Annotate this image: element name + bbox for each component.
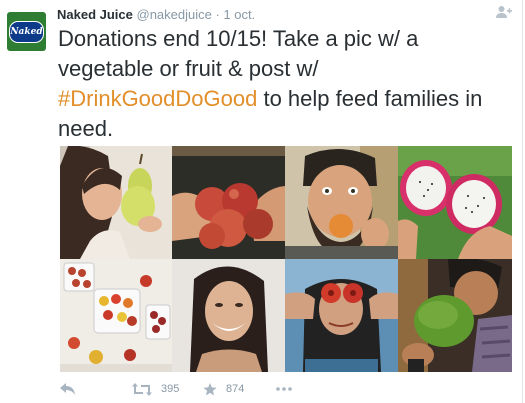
retweet-button[interactable]: 395 [132,380,179,398]
retweet-count: 395 [161,383,180,395]
favorite-count: 874 [226,383,245,395]
man-with-apricot-photo[interactable] [285,146,398,259]
woman-with-pear-photo[interactable] [60,146,172,259]
dragon-fruit-halves-photo[interactable] [398,146,512,259]
more-button[interactable] [276,380,292,398]
star-icon [203,382,217,395]
man-holding-melon-photo[interactable] [398,259,512,372]
tweet-timestamp[interactable]: 1 oct. [223,7,255,22]
bowls-of-cherry-tomatoes-photo[interactable] [60,259,172,372]
tweet-card: Naked Naked Juice @nakedjuice · 1 oct. D… [0,0,523,403]
author-handle[interactable]: @nakedjuice [137,7,212,22]
follow-user-icon[interactable] [496,5,512,19]
separator-dot: · [215,7,220,22]
tweet-actions: 395 874 [60,380,360,398]
naked-logo: Naked [9,20,44,43]
woman-with-fruit-eyes-photo[interactable] [285,259,398,372]
favorite-button[interactable]: 874 [203,380,244,398]
author-avatar[interactable]: Naked [7,12,46,51]
smiling-woman-portrait-photo[interactable] [172,259,285,372]
author-name[interactable]: Naked Juice [57,7,133,22]
tweet-text: Donations end 10/15! Take a pic w/ a veg… [58,24,508,144]
photo-collage[interactable] [60,146,512,372]
retweet-icon [132,382,152,396]
tweet-header: Naked Juice @nakedjuice · 1 oct. [57,7,255,22]
more-icon [276,387,292,391]
hashtag-link[interactable]: #DrinkGoodDoGood [58,86,257,111]
hands-holding-peaches-photo[interactable] [172,146,285,259]
reply-button[interactable] [60,380,76,398]
reply-icon [60,383,75,395]
tweet-text-before: Donations end 10/15! Take a pic w/ a veg… [58,26,419,81]
